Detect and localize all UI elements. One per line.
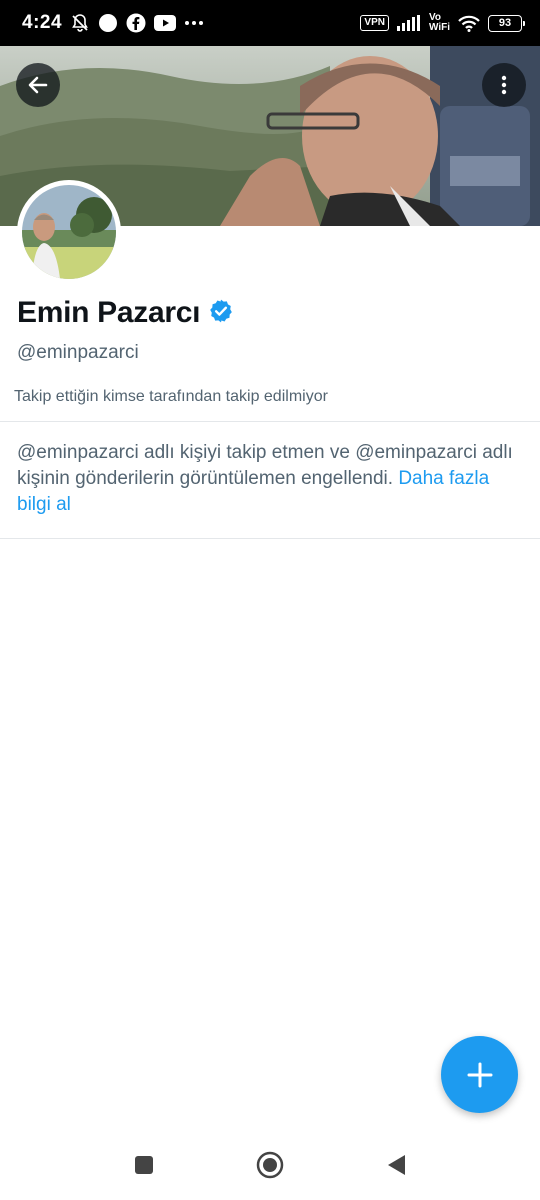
vowifi-label: Vo WiFi xyxy=(429,13,450,33)
wifi-icon xyxy=(458,15,480,32)
youtube-icon xyxy=(154,15,177,31)
divider xyxy=(0,538,540,539)
vowifi-bottom: WiFi xyxy=(428,22,450,33)
facebook-icon xyxy=(126,13,146,33)
system-back-button[interactable] xyxy=(376,1145,416,1185)
more-vertical-icon xyxy=(501,75,507,95)
status-time: 4:24 xyxy=(22,12,63,33)
mute-notifications-icon xyxy=(70,13,90,33)
more-options-button[interactable] xyxy=(482,63,526,107)
blocked-notice: @eminpazarci adlı kişiyi takip etmen ve … xyxy=(17,440,523,518)
arrow-left-icon xyxy=(28,76,48,94)
compose-button[interactable] xyxy=(441,1036,518,1113)
plus-icon xyxy=(467,1062,492,1087)
profile-handle: @eminpazarci xyxy=(17,342,139,363)
profile-avatar[interactable] xyxy=(17,180,121,284)
avatar-photo xyxy=(22,185,116,279)
recents-button[interactable] xyxy=(124,1145,164,1185)
more-notifications-icon xyxy=(184,20,204,26)
status-bar: 4:24 VPN Vo WiFi 93 xyxy=(0,0,540,46)
followers-you-know-note: Takip ettiğin kimse tarafından takip edi… xyxy=(14,388,328,405)
square-recents-icon xyxy=(135,1156,153,1174)
triangle-back-icon xyxy=(388,1155,405,1175)
display-name: Emin Pazarcı xyxy=(17,296,201,329)
verified-badge-icon xyxy=(208,298,234,329)
circle-notification-icon xyxy=(98,13,118,33)
name-row: Emin Pazarcı xyxy=(17,296,234,330)
signal-icon xyxy=(396,15,421,31)
home-button[interactable] xyxy=(250,1145,290,1185)
back-button[interactable] xyxy=(16,63,60,107)
vpn-badge: VPN xyxy=(360,15,389,31)
divider xyxy=(0,421,540,422)
battery-indicator: 93 xyxy=(488,14,525,32)
system-nav-bar xyxy=(0,1130,540,1200)
circle-home-icon xyxy=(256,1151,284,1179)
